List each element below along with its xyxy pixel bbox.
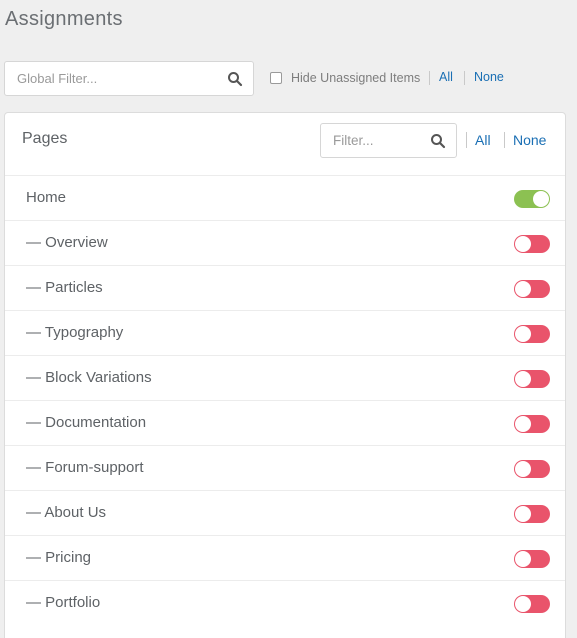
panel-filter[interactable]	[320, 123, 457, 158]
list-item: — Pricing	[5, 535, 565, 580]
item-label: — Pricing	[26, 549, 92, 566]
divider	[429, 71, 430, 85]
toggle-knob	[515, 416, 531, 432]
divider	[464, 71, 465, 85]
toggle-knob	[515, 461, 531, 477]
toggle-knob	[515, 281, 531, 297]
toggle-knob	[515, 596, 531, 612]
pages-list: Home — Overview — Particles — Typography…	[5, 175, 565, 625]
divider	[504, 132, 505, 148]
list-item: — Forum-support	[5, 445, 565, 490]
toggle-knob	[515, 326, 531, 342]
assignment-toggle[interactable]	[514, 280, 550, 298]
panel-filter-input[interactable]	[333, 124, 423, 157]
list-item: Home	[5, 175, 565, 220]
list-item: — Typography	[5, 310, 565, 355]
search-icon[interactable]	[227, 71, 243, 87]
assignment-toggle[interactable]	[514, 460, 550, 478]
list-item: — Portfolio	[5, 580, 565, 625]
global-none-link[interactable]: None	[474, 70, 504, 84]
item-label: — Overview	[26, 234, 108, 251]
item-label: Home	[26, 189, 67, 206]
toggle-knob	[533, 191, 549, 207]
assignment-toggle[interactable]	[514, 190, 550, 208]
item-label: — Portfolio	[26, 594, 101, 611]
item-label: — Typography	[26, 324, 124, 341]
assignment-toggle[interactable]	[514, 550, 550, 568]
assignment-toggle[interactable]	[514, 505, 550, 523]
pages-panel: Pages All None Home — Overview — Particl…	[4, 112, 566, 638]
global-filter[interactable]	[4, 61, 254, 96]
assignment-toggle[interactable]	[514, 415, 550, 433]
list-item: — Documentation	[5, 400, 565, 445]
toggle-knob	[515, 236, 531, 252]
item-label: — Block Variations	[26, 369, 152, 386]
global-filter-input[interactable]	[17, 62, 217, 95]
divider	[466, 132, 467, 148]
assignment-toggle[interactable]	[514, 370, 550, 388]
panel-title: Pages	[22, 130, 68, 147]
item-label: — About Us	[26, 504, 107, 521]
global-all-link[interactable]: All	[439, 70, 453, 84]
panel-none-link[interactable]: None	[513, 132, 546, 148]
list-item: — Overview	[5, 220, 565, 265]
item-label: — Documentation	[26, 414, 147, 431]
hide-unassigned-checkbox[interactable]	[270, 72, 282, 84]
list-item: — Particles	[5, 265, 565, 310]
search-icon[interactable]	[430, 133, 446, 149]
hide-unassigned-label: Hide Unassigned Items	[291, 71, 421, 85]
item-label: — Forum-support	[26, 459, 144, 476]
list-item: — About Us	[5, 490, 565, 535]
toggle-knob	[515, 506, 531, 522]
item-label: — Particles	[26, 279, 103, 296]
toggle-knob	[515, 551, 531, 567]
panel-all-link[interactable]: All	[475, 132, 491, 148]
assignment-toggle[interactable]	[514, 235, 550, 253]
page-title: Assignments	[5, 8, 123, 30]
assignment-toggle[interactable]	[514, 595, 550, 613]
hide-unassigned-toggle[interactable]: Hide Unassigned Items	[270, 70, 420, 86]
assignment-toggle[interactable]	[514, 325, 550, 343]
toggle-knob	[515, 371, 531, 387]
list-item: — Block Variations	[5, 355, 565, 400]
